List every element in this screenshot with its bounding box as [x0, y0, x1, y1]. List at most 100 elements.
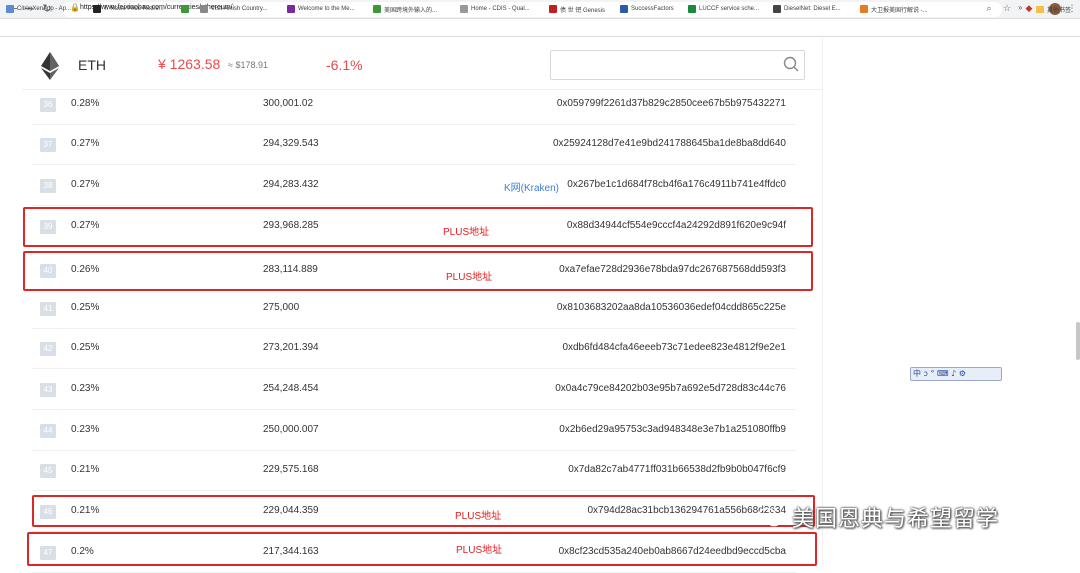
holding-percentage: 0.21% [71, 464, 100, 475]
wechat-icon [758, 507, 782, 527]
holding-percentage: 0.28% [71, 98, 100, 109]
bookmarks-bar [0, 19, 1080, 37]
holding-quantity: 300,001.02 [263, 98, 314, 109]
bookmark-favicon-icon [460, 5, 468, 13]
bookmark-favicon-icon [773, 5, 781, 13]
ime-toolbar[interactable]: 中 ↄ ° ⌨ ♪ ⚙ [910, 367, 1002, 381]
plus-address-label: PLUS地址 [455, 511, 502, 522]
rank-badge: 43 [40, 383, 56, 397]
table-row: 38 0.27% 294,283.432 K网(Kraken) 0x267be1c1d6… [32, 165, 796, 206]
folder-icon [1036, 5, 1044, 13]
price-usd: ≈ $178.91 [228, 60, 268, 70]
price-cny: ¥ 1263.58 [158, 56, 221, 72]
table-row: 43 0.23% 254,248.454 0x0a4c79ce84202b03e95b… [32, 369, 796, 410]
holding-quantity: 294,329.543 [263, 138, 319, 149]
search-icon[interactable] [783, 56, 799, 72]
rank-badge: 41 [40, 302, 56, 316]
bookmark-label: SuccessFactors [631, 6, 674, 12]
holding-percentage: 0.23% [71, 383, 100, 394]
bookmark-label: Welcome to the Me... [298, 6, 355, 12]
right-sidebar [822, 38, 1080, 564]
bookmark-label: DieselNet: Diesel E... [784, 6, 841, 12]
bookmark-item[interactable]: SuccessFactors [620, 3, 674, 15]
rank-badge: 38 [40, 179, 56, 193]
wallet-address-link[interactable]: 0x0a4c79ce84202b03e95b7a692e5d728d83c44c… [555, 383, 786, 394]
highlight-box [23, 251, 813, 291]
bookmark-item[interactable]: LUCCF service sche... [688, 3, 759, 15]
watermark: 美国恩典与希望留学 [758, 500, 999, 534]
holding-percentage: 0.25% [71, 302, 100, 313]
highlight-box [23, 207, 813, 247]
bookmark-favicon-icon [181, 5, 189, 13]
table-row: 37 0.27% 294,329.543 0x25924128d7e41e9bd241… [32, 124, 796, 165]
rank-badge: 45 [40, 464, 56, 478]
plus-address-label: PLUS地址 [443, 227, 490, 238]
wallet-address-link[interactable]: 0x8103683202aa8da10536036edef04cdd865c22… [557, 302, 786, 313]
bookmark-item[interactable] [181, 3, 192, 15]
bookmark-favicon-icon [373, 5, 381, 13]
bookmark-item[interactable]: Welcome to the Me... [287, 3, 355, 15]
bookmark-item[interactable]: 大卫报美国行解说 -... [860, 3, 928, 15]
highlight-box [27, 532, 817, 566]
bookmark-favicon-icon [93, 5, 101, 13]
other-bookmarks-label: 其他书签 [1047, 7, 1072, 14]
bookmark-label: 美国跨境外输入的... [384, 7, 438, 14]
bookmark-label: T. Rowe Price Retire... [104, 6, 164, 12]
bookmarks-more-button[interactable]: » [1018, 3, 1022, 12]
search-input[interactable] [550, 50, 805, 80]
holding-percentage: 0.27% [71, 179, 100, 190]
table-row: 45 0.21% 229,575.168 0x7da82c7ab4771ff031b6… [32, 450, 796, 491]
bookmark-item[interactable]: Citrix XenApp - Ap... [6, 3, 71, 15]
bookmark-item[interactable]: Visit Amish Country... [200, 3, 267, 15]
bookmark-item[interactable]: 债 世 钯 Genesis [549, 3, 605, 15]
bookmark-label: LUCCF service sche... [699, 6, 760, 12]
rank-badge: 37 [40, 138, 56, 152]
bookmark-item[interactable]: T. Rowe Price Retire... [93, 3, 164, 15]
watermark-text: 美国恩典与希望留学 [792, 506, 1000, 531]
lock-icon: 🔒 [70, 3, 80, 12]
holding-percentage: 0.27% [71, 138, 100, 149]
holding-quantity: 294,283.432 [263, 179, 319, 190]
plus-address-label: PLUS地址 [446, 272, 493, 283]
bookmark-favicon-icon [6, 5, 14, 13]
wallet-address-link[interactable]: 0x25924128d7e41e9bd241788645ba1de8ba8dd6… [553, 138, 786, 149]
bookmark-item[interactable]: DieselNet: Diesel E... [773, 3, 841, 15]
scrollbar-thumb[interactable] [1076, 322, 1080, 360]
table-row: 44 0.23% 250,000.007 0x2b6ed29a95753c3ad948… [32, 410, 796, 451]
bookmark-label: Home - CDIS - Qual... [471, 6, 530, 12]
other-bookmarks-button[interactable]: 其他书签 [1036, 3, 1071, 15]
bookmark-favicon-icon [860, 5, 868, 13]
bookmark-favicon-icon [549, 5, 557, 13]
zoom-icon[interactable]: ⌕ [983, 3, 995, 15]
address-tag-link[interactable]: K网(Kraken) [504, 179, 559, 194]
price-change: -6.1% [326, 57, 363, 73]
star-icon[interactable]: ☆ [1001, 3, 1013, 15]
extension-icon[interactable]: ◆ [1023, 3, 1035, 15]
table-row: 36 0.28% 300,001.02 0x059799f2261d37b829c28… [32, 84, 796, 125]
holding-quantity: 250,000.007 [263, 424, 319, 435]
table-row: 42 0.25% 273,201.394 0xdb6fd484cfa46eeeb73c… [32, 328, 796, 369]
bookmark-favicon-icon [287, 5, 295, 13]
holding-quantity: 275,000 [263, 302, 300, 313]
wallet-address-link[interactable]: 0x267be1c1d684f78cb4f6a176c4911b741e4ffd… [567, 179, 786, 190]
holding-quantity: 273,201.394 [263, 342, 319, 353]
rank-badge: 36 [40, 98, 56, 112]
bookmark-label: Visit Amish Country... [211, 6, 268, 12]
holding-percentage: 0.23% [71, 424, 100, 435]
wallet-address-link[interactable]: 0x059799f2261d37b829c2850cee67b5b9754322… [557, 98, 786, 109]
holding-quantity: 254,248.454 [263, 383, 319, 394]
wallet-address-link[interactable]: 0xdb6fd484cfa46eeeb73c71edee823e4812f9e2… [562, 342, 786, 353]
rank-badge: 44 [40, 424, 56, 438]
bookmark-label: Citrix XenApp - Ap... [17, 6, 72, 12]
holding-percentage: 0.25% [71, 342, 100, 353]
ethereum-logo-icon [41, 52, 59, 80]
bookmark-label: 大卫报美国行解说 -... [871, 7, 928, 14]
wallet-address-link[interactable]: 0x2b6ed29a95753c3ad948348e3e7b1a251080ff… [559, 424, 786, 435]
bookmark-label: 债 世 钯 Genesis [560, 7, 606, 14]
bookmark-favicon-icon [688, 5, 696, 13]
wallet-address-link[interactable]: 0x7da82c7ab4771ff031b66538d2fb9b0b047f6c… [568, 464, 786, 475]
bookmark-item[interactable]: Home - CDIS - Qual... [460, 3, 530, 15]
bookmark-item[interactable]: 美国跨境外输入的... [373, 3, 437, 15]
holding-quantity: 229,575.168 [263, 464, 319, 475]
coin-symbol: ETH [78, 57, 106, 73]
